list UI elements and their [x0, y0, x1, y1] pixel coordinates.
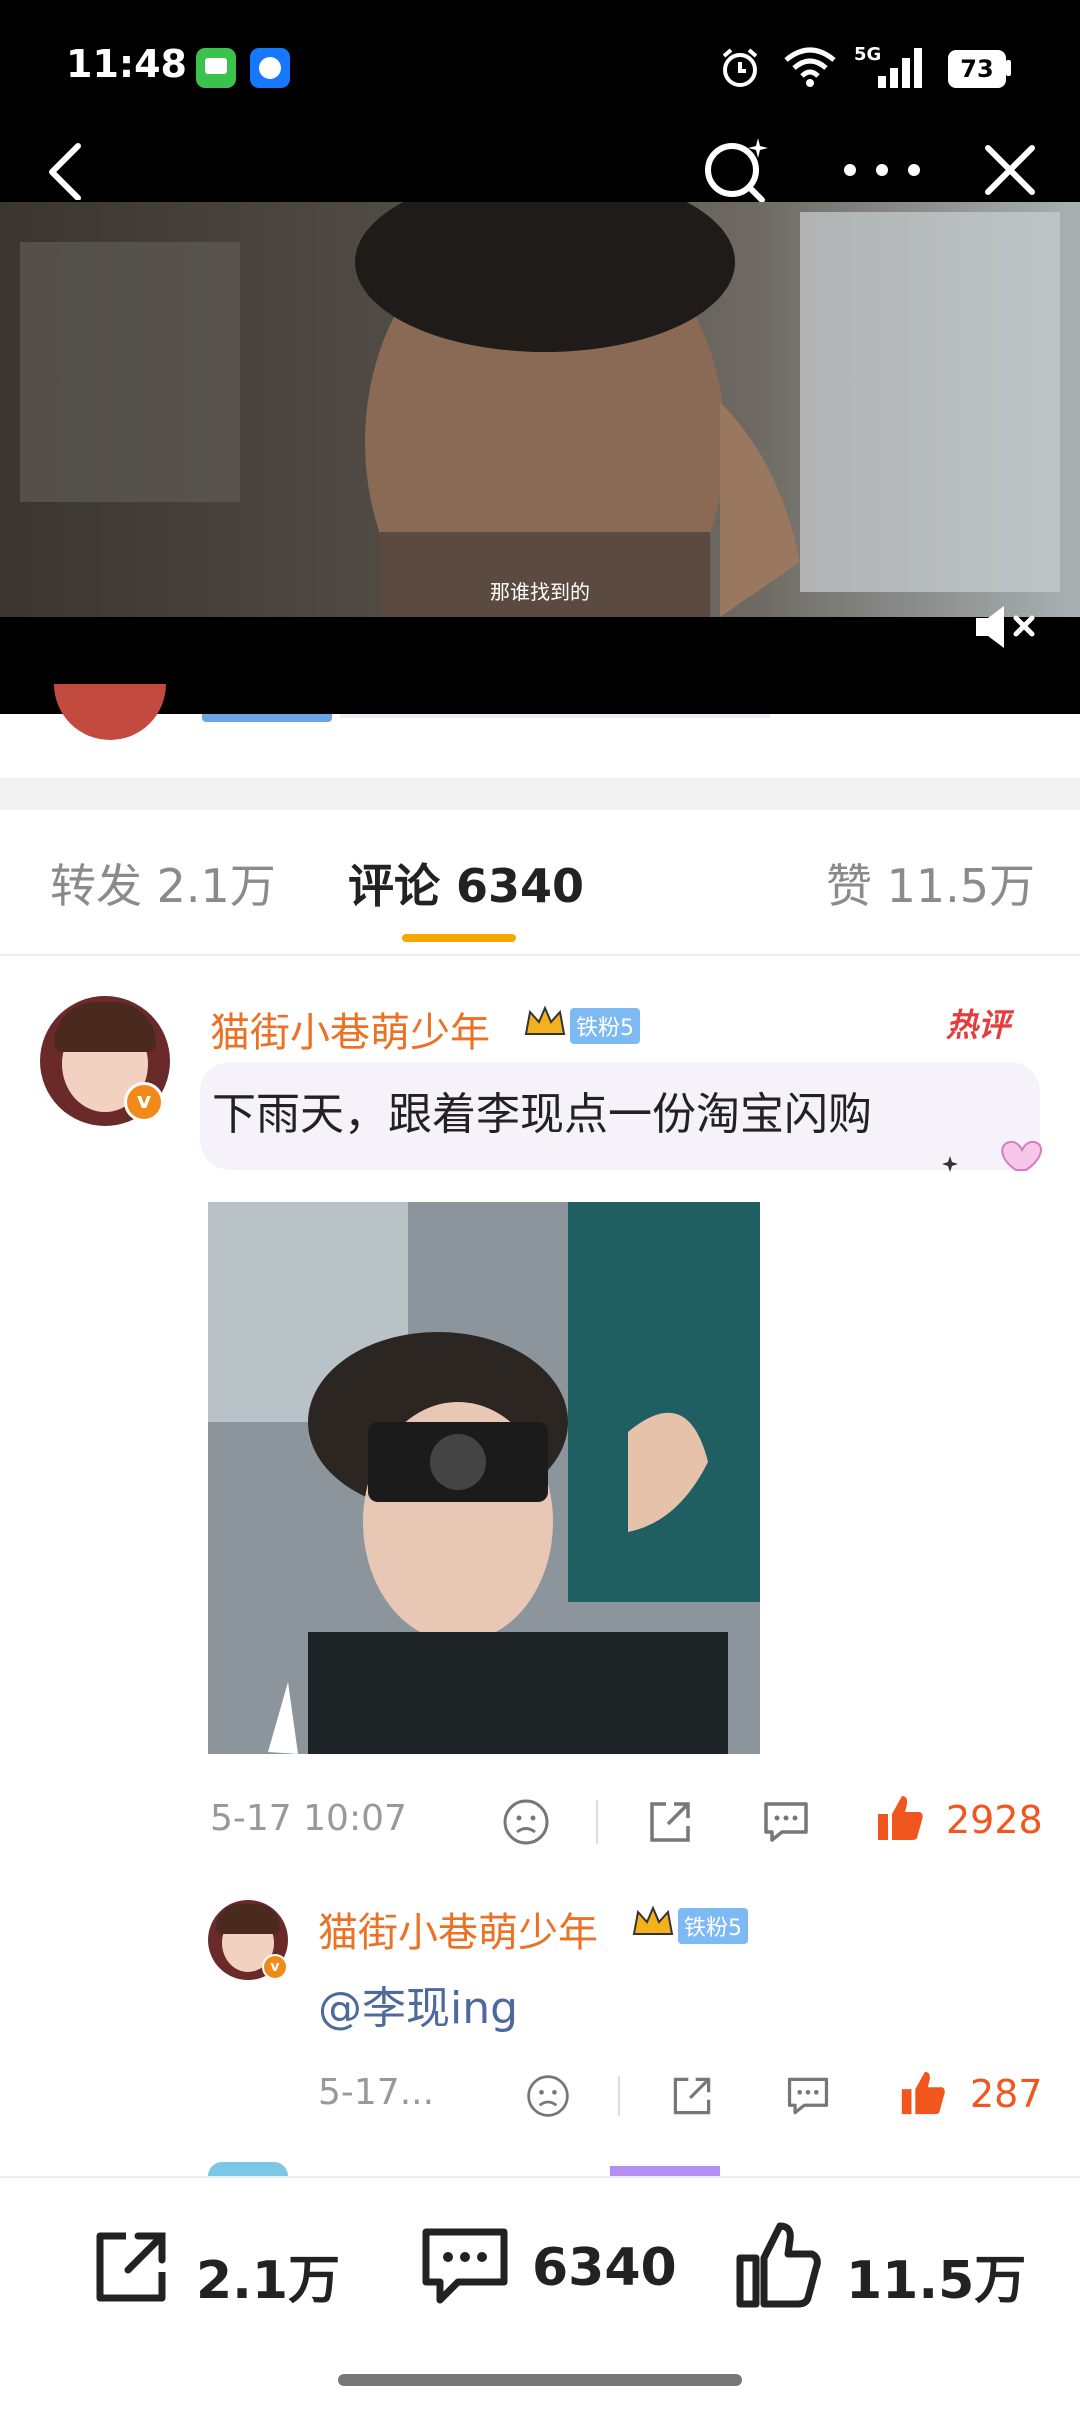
- reply-time: 5-17...: [318, 2072, 435, 2113]
- chat-app-icon: [250, 48, 290, 88]
- comment-text: 下雨天，跟着李现点一份淘宝闪购: [212, 1089, 872, 1140]
- bottom-comment-count[interactable]: 6340: [532, 2238, 677, 2298]
- tab-likes[interactable]: 赞 11.5万: [826, 850, 1035, 916]
- reply-comment-icon[interactable]: [784, 2072, 832, 2120]
- bottom-like-count[interactable]: 11.5万: [846, 2238, 1026, 2313]
- hot-comment-tag: 热评: [946, 1006, 1011, 1044]
- reply-crown-icon: [632, 1904, 674, 1940]
- battery-indicator: 73: [948, 50, 1006, 88]
- back-icon[interactable]: [40, 140, 90, 200]
- dislike-icon[interactable]: [500, 1796, 552, 1848]
- reply-footer-divider: [618, 2076, 620, 2116]
- reply-like-icon[interactable]: [898, 2068, 948, 2118]
- bottom-share-icon[interactable]: [86, 2222, 176, 2312]
- mute-icon[interactable]: [970, 602, 1040, 652]
- footer-divider: [596, 1800, 598, 1844]
- tab-comments[interactable]: 评论 6340: [348, 850, 584, 916]
- bottom-action-bar: 2.1万 6340 11.5万: [0, 2176, 1080, 2414]
- wifi-icon: [784, 47, 836, 87]
- reply-dislike-icon[interactable]: [524, 2072, 572, 2120]
- messages-app-icon: [196, 48, 236, 88]
- commenter-name[interactable]: 猫街小巷萌少年: [210, 1000, 490, 1058]
- verified-icon: v: [124, 1082, 164, 1122]
- search-icon[interactable]: [700, 132, 770, 202]
- close-icon[interactable]: [980, 140, 1040, 200]
- tab-indicator: [402, 934, 516, 942]
- reply-text[interactable]: @李现ing: [318, 1972, 518, 2036]
- fan-badge: 铁粉5: [570, 1008, 640, 1044]
- next-reply-badge: [610, 2166, 720, 2176]
- comment-image[interactable]: [208, 1202, 760, 1754]
- bottom-like-icon[interactable]: [734, 2218, 824, 2312]
- signal-icon: [878, 48, 922, 88]
- share-icon[interactable]: [644, 1796, 696, 1848]
- reply-like-count: 287: [970, 2072, 1043, 2116]
- author-badge: [202, 714, 332, 722]
- reply-fan-badge: 铁粉5: [678, 1908, 748, 1944]
- section-separator: [0, 778, 1080, 810]
- alarm-icon: [722, 48, 758, 87]
- status-time: 11:48: [66, 42, 187, 86]
- tab-divider: [0, 954, 1080, 956]
- tab-reposts[interactable]: 转发 2.1万: [50, 850, 276, 916]
- status-bar: 11:48 5G 73: [0, 0, 1080, 140]
- comment-icon[interactable]: [760, 1796, 812, 1848]
- more-icon[interactable]: [840, 160, 924, 180]
- like-count: 2928: [946, 1798, 1043, 1842]
- video-frame: [0, 202, 1080, 714]
- nav-bar: [0, 138, 1080, 202]
- video-subtitle: 那谁找到的: [490, 580, 590, 604]
- heart-sticker-icon: [942, 1140, 1042, 1172]
- battery-tip: [1006, 60, 1011, 76]
- author-meta: [340, 714, 770, 718]
- like-icon[interactable]: [874, 1792, 926, 1844]
- bottom-comment-icon[interactable]: [418, 2222, 512, 2312]
- home-indicator[interactable]: [338, 2374, 742, 2386]
- reply-name[interactable]: 猫街小巷萌少年: [318, 1900, 598, 1958]
- crown-icon: [524, 1004, 566, 1040]
- reply-share-icon[interactable]: [668, 2072, 716, 2120]
- author-avatar[interactable]: [54, 684, 166, 740]
- reply-verified-icon: v: [262, 1954, 288, 1980]
- next-reply-avatar: [208, 2162, 288, 2176]
- comment-time: 5-17 10:07: [210, 1798, 407, 1839]
- bottom-repost-count[interactable]: 2.1万: [196, 2238, 340, 2313]
- video-player[interactable]: 那谁找到的: [0, 202, 1080, 714]
